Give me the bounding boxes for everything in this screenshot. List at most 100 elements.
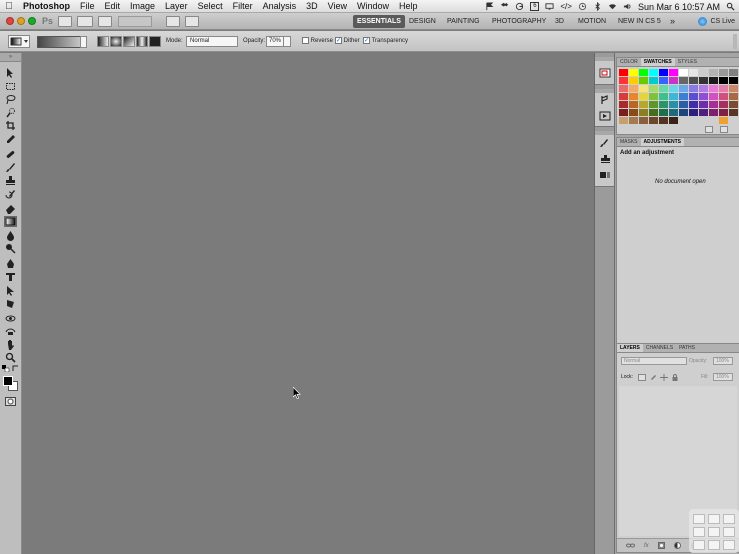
menu-window[interactable]: Window (352, 1, 394, 11)
actions-icon[interactable] (599, 111, 611, 121)
workspace-design[interactable]: DESIGN (405, 15, 440, 28)
lock-all-icon[interactable] (671, 374, 679, 381)
swatch[interactable] (669, 117, 678, 124)
swatch[interactable] (679, 101, 688, 108)
move-tool-icon[interactable] (4, 67, 17, 78)
swatch[interactable] (699, 117, 708, 124)
brush-tool-icon[interactable] (4, 162, 17, 173)
swatch[interactable] (619, 93, 628, 100)
spotlight-search-icon[interactable] (726, 2, 735, 11)
swatch[interactable] (649, 93, 658, 100)
swatch[interactable] (729, 101, 738, 108)
swatch[interactable] (629, 93, 638, 100)
eraser-tool-icon[interactable] (4, 203, 17, 214)
marquee-tool-icon[interactable] (4, 81, 17, 92)
quick-mask-mode-icon[interactable] (4, 396, 17, 407)
swatch[interactable] (659, 77, 668, 84)
reflected-gradient-button[interactable] (136, 36, 148, 47)
bluetooth-icon[interactable] (593, 2, 602, 11)
default-colors-icon[interactable] (2, 365, 10, 372)
3d-camera-tool-icon[interactable] (4, 326, 17, 337)
dodge-tool-icon[interactable] (4, 243, 17, 254)
history-brush-tool-icon[interactable] (4, 189, 17, 200)
shape-tool-icon[interactable] (4, 298, 17, 309)
gradient-tool-icon[interactable] (4, 216, 17, 227)
swatch[interactable] (659, 69, 668, 76)
zoom-button[interactable] (28, 17, 36, 25)
swatch[interactable] (689, 69, 698, 76)
menu-select[interactable]: Select (193, 1, 228, 11)
swatch[interactable] (709, 117, 718, 124)
workspace-3d[interactable]: 3D (551, 15, 568, 28)
eyedropper-tool-icon[interactable] (4, 134, 17, 145)
swatch[interactable] (659, 85, 668, 92)
3d-rotate-tool-icon[interactable] (4, 313, 17, 324)
swatch[interactable] (629, 101, 638, 108)
swatch[interactable] (629, 109, 638, 116)
swatch[interactable] (649, 85, 658, 92)
launch-mini-bridge-button[interactable] (77, 15, 94, 27)
menu-edit[interactable]: Edit (100, 1, 126, 11)
workspace-new-in-cs5[interactable]: NEW IN CS 5 (614, 15, 665, 28)
swatch[interactable] (709, 101, 718, 108)
crop-tool-icon[interactable] (4, 120, 17, 131)
view-extras-button[interactable] (98, 15, 113, 27)
swatch[interactable] (709, 93, 718, 100)
swatch[interactable] (679, 77, 688, 84)
swatch[interactable] (719, 85, 728, 92)
swatch[interactable] (679, 93, 688, 100)
swatch[interactable] (649, 109, 658, 116)
menu-analysis[interactable]: Analysis (258, 1, 302, 11)
path-selection-tool-icon[interactable] (4, 285, 17, 296)
swatch[interactable] (639, 85, 648, 92)
swatch[interactable] (619, 109, 628, 116)
swatch[interactable] (719, 77, 728, 84)
delete-swatch-button[interactable] (720, 126, 728, 133)
swatch[interactable] (669, 101, 678, 108)
swatch[interactable] (699, 101, 708, 108)
swatch[interactable] (659, 93, 668, 100)
menu-filter[interactable]: Filter (228, 1, 258, 11)
swatch[interactable] (679, 117, 688, 124)
navigator-icon[interactable] (599, 68, 611, 78)
swatch[interactable] (729, 93, 738, 100)
brush-presets-icon[interactable] (599, 138, 611, 148)
transparency-checkbox[interactable]: ✓ (363, 37, 370, 44)
minimize-button[interactable] (17, 17, 25, 25)
swatch[interactable] (699, 109, 708, 116)
swatch[interactable] (709, 109, 718, 116)
swatch[interactable] (689, 77, 698, 84)
apple-menu-icon[interactable]:  (0, 1, 18, 12)
swatch[interactable] (629, 77, 638, 84)
angle-gradient-button[interactable] (123, 36, 135, 47)
sync-icon[interactable] (515, 2, 524, 11)
workspace-essentials[interactable]: ESSENTIALS (353, 15, 405, 28)
menu-layer[interactable]: Layer (160, 1, 193, 11)
swatch[interactable] (629, 85, 638, 92)
tab-channels[interactable]: CHANNELS (643, 344, 676, 352)
calendar-6-icon[interactable]: 6 (530, 2, 540, 11)
diamond-gradient-button[interactable] (149, 36, 161, 47)
wifi-icon[interactable] (608, 2, 617, 11)
swatch[interactable] (699, 77, 708, 84)
reverse-checkbox[interactable] (302, 37, 309, 44)
swatch[interactable] (639, 109, 648, 116)
workspace-photography[interactable]: PHOTOGRAPHY (488, 15, 550, 28)
clone-stamp-tool-icon[interactable] (4, 175, 17, 186)
swatch[interactable] (649, 69, 658, 76)
workspace-overflow-button[interactable]: » (666, 15, 679, 28)
swatch[interactable] (639, 77, 648, 84)
quick-selection-tool-icon[interactable] (4, 107, 17, 118)
swatch[interactable] (669, 93, 678, 100)
tab-layers[interactable]: LAYERS (617, 344, 643, 352)
menu-image[interactable]: Image (125, 1, 160, 11)
swatch[interactable] (669, 85, 678, 92)
workspace-painting[interactable]: PAINTING (443, 15, 484, 28)
swatch[interactable] (689, 85, 698, 92)
add-mask-icon[interactable] (657, 542, 665, 549)
opacity-slider-button[interactable] (283, 36, 291, 47)
tab-paths[interactable]: PATHS (676, 344, 698, 352)
radial-gradient-button[interactable] (110, 36, 122, 47)
time-machine-icon[interactable] (578, 2, 587, 11)
swatch[interactable] (709, 85, 718, 92)
